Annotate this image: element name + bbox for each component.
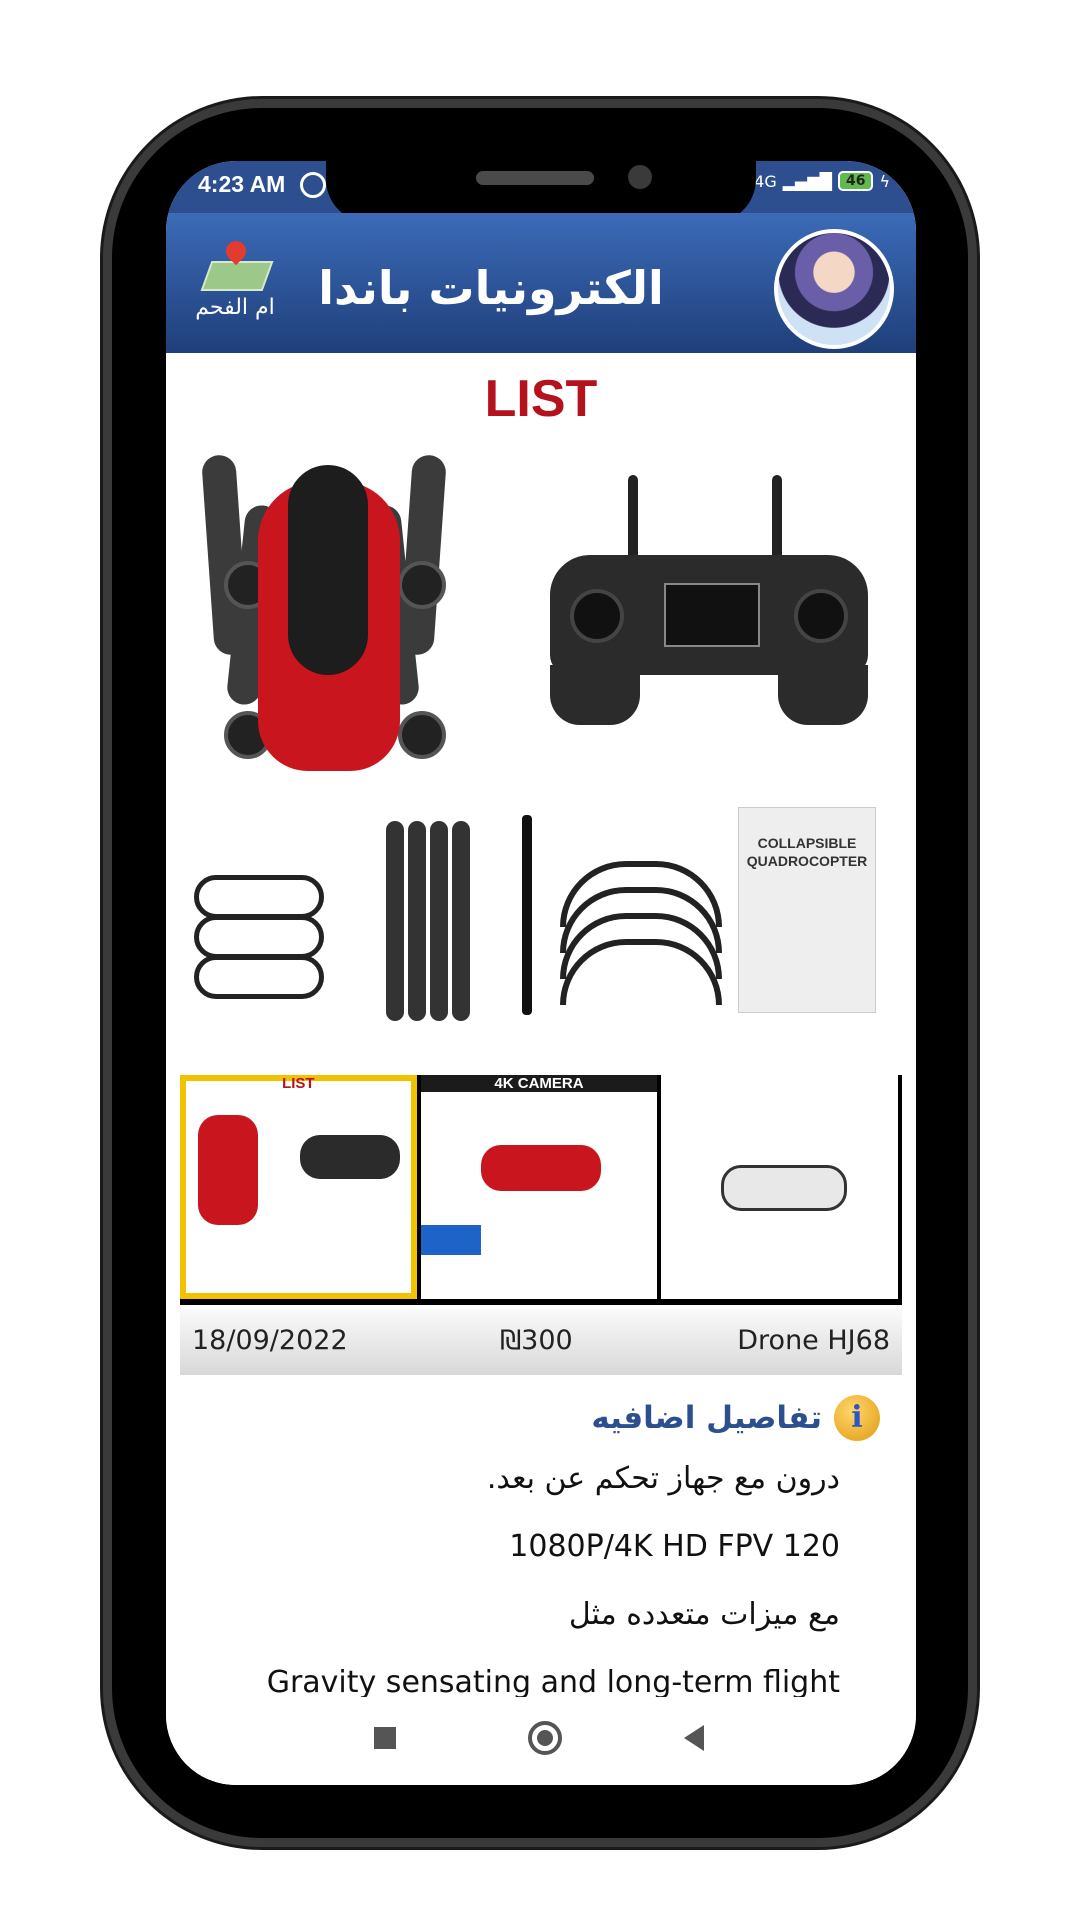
- thumbnail-remote: [300, 1135, 400, 1179]
- phone-screen: 4:23 AM 4G ▂▄▆█ 46 ϟ ام الفحم الكترونيات…: [166, 161, 916, 1785]
- spare-blade: [430, 821, 448, 1021]
- motor: [398, 711, 446, 759]
- network-label: 4G: [754, 171, 777, 191]
- remote-handle: [550, 665, 640, 725]
- details-title: تفاصيل اضافيه: [591, 1400, 822, 1436]
- quick-guide-manual: COLLAPSIBLE QUADROCOPTER: [738, 807, 876, 1013]
- remote-handle: [778, 665, 868, 725]
- app-title: الكترونيات باندا: [318, 261, 664, 315]
- usb-cable: [194, 915, 324, 959]
- speaker-grille: [476, 171, 594, 185]
- product-main-image[interactable]: LIST COLLAPSIBLE QUADROCOPTER: [180, 355, 902, 1075]
- product-content: LIST COLLAPSIBLE QUADROCOPTER LIST 4K CA…: [180, 355, 902, 1785]
- product-info-bar: 18/09/2022 ₪300 Drone HJ68: [180, 1309, 902, 1375]
- product-date: 18/09/2022: [192, 1325, 348, 1356]
- spare-blade: [408, 821, 426, 1021]
- drone-top: [288, 465, 368, 675]
- detail-line: Gravity sensating and long-term flight: [266, 1665, 840, 1700]
- detail-line: درون مع جهاز تحكم عن بعد.: [486, 1461, 840, 1496]
- status-right-group: 4G ▂▄▆█ 46 ϟ: [754, 171, 890, 191]
- spare-blade: [386, 821, 404, 1021]
- thumbnail-drone: [480, 1145, 601, 1191]
- avatar[interactable]: [774, 229, 894, 349]
- recents-button[interactable]: [374, 1727, 396, 1749]
- map-pin-icon: [200, 236, 274, 291]
- android-nav-bar: [166, 1697, 916, 1785]
- joystick: [794, 589, 848, 643]
- alarm-icon: [300, 172, 326, 198]
- spare-blade: [452, 821, 470, 1021]
- thumbnail-caption: LIST: [282, 1075, 315, 1092]
- usb-cable: [194, 875, 324, 919]
- front-camera: [628, 165, 652, 189]
- battery-icon: 46: [837, 171, 874, 191]
- remote-controller: [550, 555, 868, 725]
- detail-line: 1080P/4K HD FPV 120: [509, 1529, 840, 1564]
- signal-icon: ▂▄▆█: [782, 171, 832, 191]
- product-price: ₪300: [500, 1325, 573, 1356]
- joystick: [570, 589, 624, 643]
- thumbnail-drone: [721, 1165, 848, 1211]
- detail-line: مع ميزات متعدده مثل: [568, 1597, 840, 1632]
- thumbnail-banner: [420, 1225, 481, 1255]
- thumbnail-caption: 4K CAMERA: [420, 1075, 658, 1092]
- charging-icon: ϟ: [879, 171, 890, 191]
- usb-cable: [194, 955, 324, 999]
- details-header: i تفاصيل اضافيه: [591, 1395, 880, 1441]
- remote-screen: [664, 583, 760, 647]
- screwdriver: [522, 815, 532, 1015]
- thumbnail-3[interactable]: [661, 1075, 899, 1299]
- motor: [398, 561, 446, 609]
- thumbnail-drone: [198, 1115, 258, 1225]
- location-label: ام الفحم: [195, 295, 275, 320]
- product-name: Drone HJ68: [737, 1325, 890, 1356]
- thumbnail-strip: LIST 4K CAMERA: [180, 1075, 902, 1305]
- back-button[interactable]: [684, 1725, 704, 1751]
- thumbnail-1[interactable]: LIST: [180, 1075, 417, 1299]
- app-header: ام الفحم الكترونيات باندا: [166, 213, 916, 353]
- status-time: 4:23 AM: [198, 171, 286, 197]
- home-button[interactable]: [528, 1721, 562, 1755]
- image-heading: LIST: [484, 370, 598, 428]
- thumbnail-2[interactable]: 4K CAMERA: [420, 1075, 658, 1299]
- location-button[interactable]: ام الفحم: [180, 236, 290, 320]
- info-icon: i: [834, 1395, 880, 1441]
